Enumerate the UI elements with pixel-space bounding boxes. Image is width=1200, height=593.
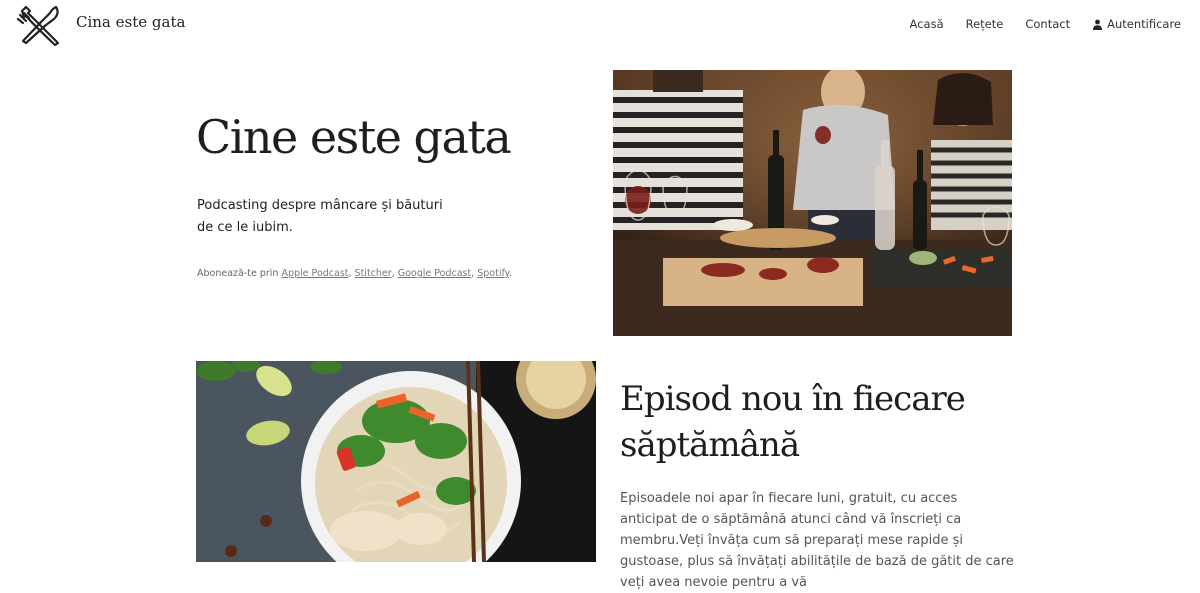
friends-dining-photo [613,70,1012,336]
hero-title: Cine este gata [196,110,512,164]
main-nav: Acasă Rețete Contact Autentificare [910,17,1181,31]
link-spotify[interactable]: Spotify [477,268,509,279]
site-title[interactable]: Cina este gata [76,13,185,31]
link-apple-podcast[interactable]: Apple Podcast [281,268,348,279]
nav-recipes[interactable]: Rețete [966,17,1004,31]
noodle-soup-photo [196,361,596,562]
subscribe-text: Abonează-te prin Apple Podcast, Stitcher… [197,268,512,279]
nav-contact[interactable]: Contact [1025,17,1070,31]
period: . [508,268,512,279]
nav-login-label: Autentificare [1107,17,1181,31]
hero-description-line-1: Podcasting despre mâncare și băuturi [197,198,443,213]
episode-title: Episod nou în fiecare săptămână [620,376,1010,468]
nav-login[interactable]: Autentificare [1092,17,1181,31]
episode-title-line-2: săptămână [620,425,800,465]
nav-home[interactable]: Acasă [910,17,944,31]
fork-knife-logo-icon[interactable] [16,3,66,47]
hero-description: Podcasting despre mâncare și băuturi de … [197,195,457,239]
episode-description: Episoadele noi apar în fiecare luni, gra… [620,491,1014,590]
hero-description-line-2: de ce le iubim. [197,220,293,235]
user-icon [1093,19,1103,30]
link-google-podcast[interactable]: Google Podcast [398,268,471,279]
subscribe-prefix: Abonează-te prin [197,268,282,279]
link-stitcher[interactable]: Stitcher [355,268,392,279]
episode-title-line-1: Episod nou în fiecare [620,379,966,419]
